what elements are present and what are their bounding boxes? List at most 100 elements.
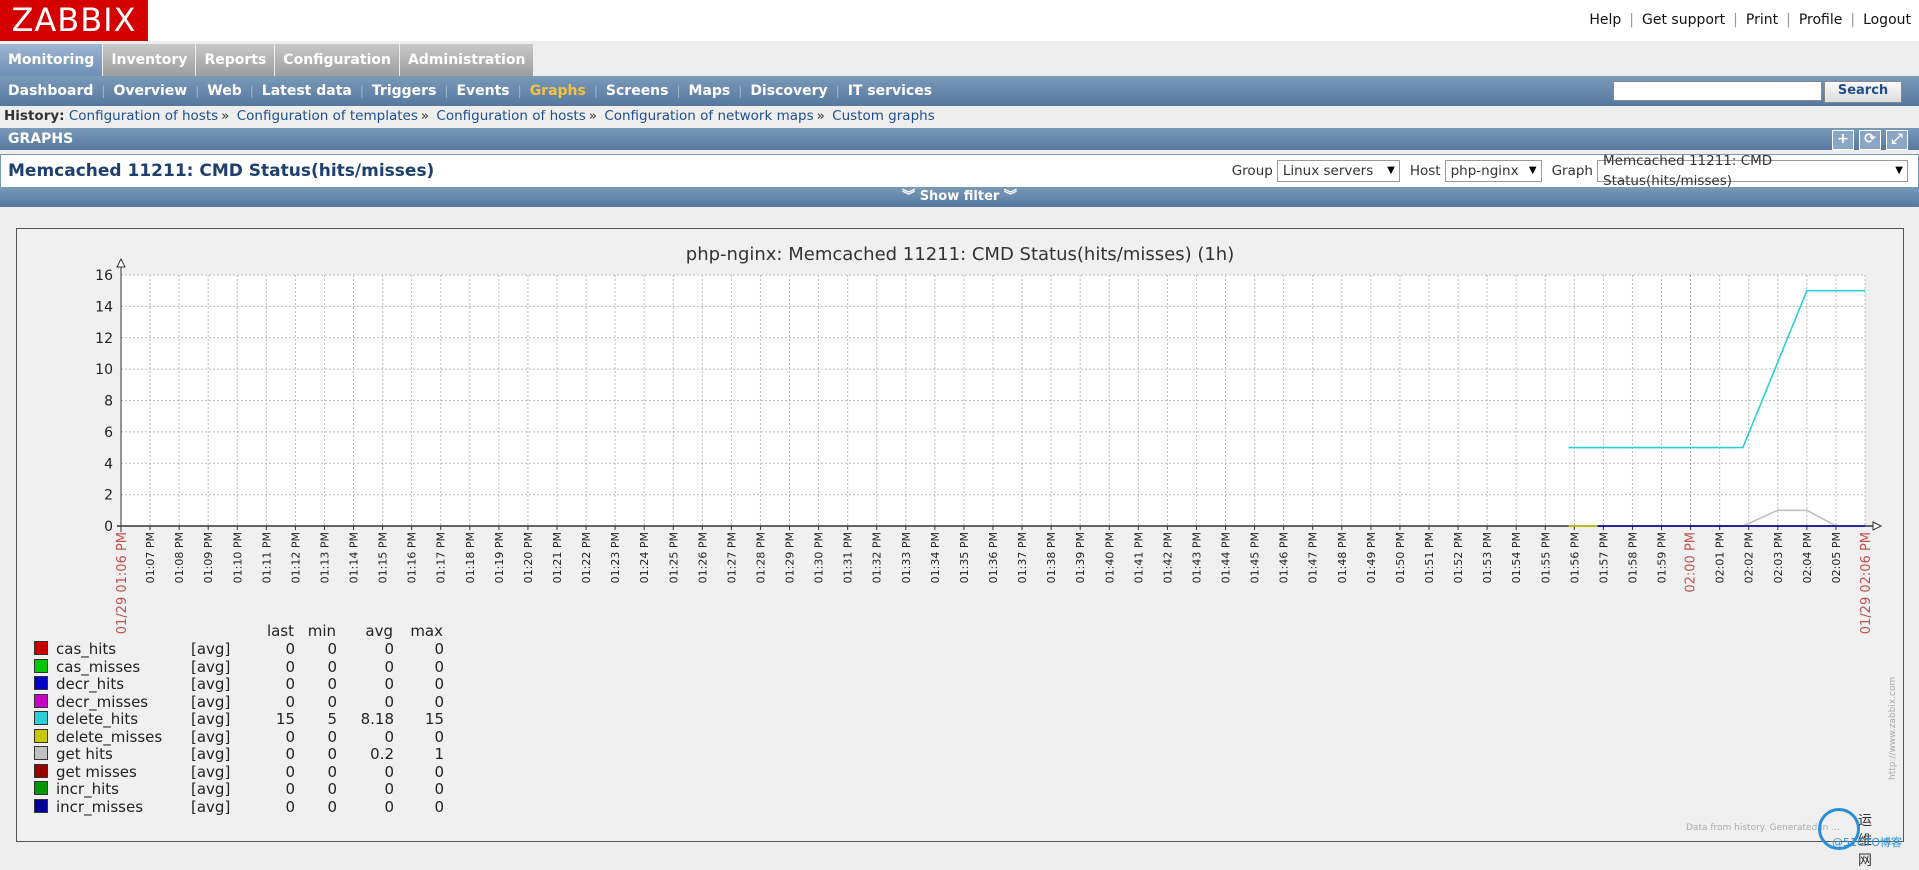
plus-icon[interactable]: + xyxy=(1832,130,1854,150)
main-menu-monitoring[interactable]: Monitoring xyxy=(0,44,104,76)
x-tick-label: 01:32 PM xyxy=(871,532,884,583)
main-menu-configuration[interactable]: Configuration xyxy=(275,44,400,76)
legend-color-swatch xyxy=(34,676,48,690)
y-tick-label: 0 xyxy=(104,519,113,535)
host-select[interactable]: php-nginx ▼ xyxy=(1444,160,1542,182)
x-tick-label: 02:05 PM xyxy=(1830,532,1843,583)
x-tick-label: 01:27 PM xyxy=(725,532,738,583)
group-select-value: Linux servers xyxy=(1282,163,1374,179)
x-tick-label: 01:07 PM xyxy=(144,532,157,583)
main-menu-administration[interactable]: Administration xyxy=(399,44,535,76)
logout-link[interactable]: Logout xyxy=(1863,12,1911,28)
show-filter-label: Show filter xyxy=(919,189,1000,204)
zabbix-logo[interactable]: ZABBIX xyxy=(0,0,148,41)
x-end-date-label: 01/29 02:06 PM xyxy=(1859,532,1874,634)
legend-max: 0 xyxy=(434,657,444,676)
show-filter-toggle[interactable]: ︾ Show filter ︾ xyxy=(0,187,1919,207)
sub-menu-events[interactable]: Events xyxy=(448,83,517,99)
breadcrumb-separator: » xyxy=(420,108,430,124)
sub-menu-it-services[interactable]: IT services xyxy=(840,83,940,99)
legend-color-swatch xyxy=(34,641,48,655)
legend-last: 0 xyxy=(285,675,295,693)
sub-menu-screens[interactable]: Screens xyxy=(598,83,677,99)
sub-menu-graphs[interactable]: Graphs xyxy=(522,83,594,99)
chevron-down-icon: ▼ xyxy=(1387,165,1395,176)
print-link[interactable]: Print xyxy=(1746,12,1778,28)
legend-series-name: cas_hits xyxy=(56,640,117,658)
legend-min: 0 xyxy=(327,692,337,711)
legend-avg: 0 xyxy=(384,797,394,816)
x-start-date-label: 01/29 01:06 PM xyxy=(115,532,130,634)
graph-filters: Group Linux servers ▼ Host php-nginx ▼ Gra… xyxy=(1222,153,1908,189)
legend-min: 0 xyxy=(327,745,337,763)
legend-function: [avg] xyxy=(191,675,231,693)
legend-min: 0 xyxy=(327,797,337,816)
x-tick-label: 01:24 PM xyxy=(638,532,651,583)
history-link[interactable]: Configuration of templates xyxy=(237,108,418,124)
x-tick-label: 01:33 PM xyxy=(900,532,913,583)
legend-series-name: delete_hits xyxy=(56,710,139,728)
history-link[interactable]: Custom graphs xyxy=(832,108,935,124)
fullscreen-icon[interactable]: ⤢ xyxy=(1886,130,1908,150)
history-label: History: xyxy=(4,108,65,124)
legend-avg: 0 xyxy=(384,780,394,798)
y-tick-label: 10 xyxy=(95,362,113,378)
x-tick-label: 01:38 PM xyxy=(1045,532,1058,583)
sub-menu-overview[interactable]: Overview xyxy=(105,83,195,99)
legend-color-swatch xyxy=(34,781,48,795)
grid-layer xyxy=(121,274,1866,527)
history-link[interactable]: Configuration of hosts xyxy=(69,108,218,124)
sub-menu-triggers[interactable]: Triggers xyxy=(364,83,445,99)
breadcrumb-separator: » xyxy=(221,108,230,124)
graph-select[interactable]: Memcached 11211: CMD Status(hits/misses)… xyxy=(1597,153,1908,189)
legend-rows: cas_hits [avg] 0 0 0 0 cas_misses [avg] 0 0 0 0 decr… xyxy=(34,640,444,816)
group-select[interactable]: Linux servers ▼ xyxy=(1276,160,1400,182)
x-tick-label: 01:44 PM xyxy=(1220,532,1233,583)
help-link[interactable]: Help xyxy=(1589,12,1621,28)
x-tick-label: 01:28 PM xyxy=(754,532,767,583)
refresh-icon[interactable]: ⟳ xyxy=(1859,130,1881,150)
legend-last: 0 xyxy=(285,797,295,816)
site-watermark: 运维网 @51CTO博客 xyxy=(1818,808,1902,869)
legend-avg: 0 xyxy=(384,692,394,711)
graph-title-row: Memcached 11211: CMD Status(hits/misses)… xyxy=(0,153,1919,189)
sub-menu-discovery[interactable]: Discovery xyxy=(742,83,835,99)
legend-avg: 0.2 xyxy=(370,745,394,763)
legend-avg: 0 xyxy=(384,675,394,693)
chart-legend: last min avg max cas_hits [avg] 0 0 0 0 cas_mi… xyxy=(34,620,444,816)
sub-menu-dashboard[interactable]: Dashboard xyxy=(0,83,101,99)
x-tick-label: 01:48 PM xyxy=(1336,532,1349,583)
x-tick-label: 01:58 PM xyxy=(1626,532,1639,583)
legend-min: 5 xyxy=(327,710,337,728)
x-tick-labels: 01:07 PM 01:08 PM 01:09 PM 01:10 PM 01:11 PM… xyxy=(115,532,1874,634)
legend-function: [avg] xyxy=(191,692,231,711)
x-tick-label: 01:18 PM xyxy=(464,532,477,583)
main-menu-reports[interactable]: Reports xyxy=(196,44,276,76)
x-tick-label: 01:52 PM xyxy=(1452,532,1465,583)
x-tick-label: 01:20 PM xyxy=(522,532,535,583)
y-tick-label: 16 xyxy=(95,268,113,284)
legend-row: decr_misses [avg] 0 0 0 0 xyxy=(34,692,444,712)
get-support-link[interactable]: Get support xyxy=(1642,12,1725,28)
sub-menu-web[interactable]: Web xyxy=(199,83,249,99)
x-tick-label: 01:42 PM xyxy=(1161,532,1174,583)
legend-function: [avg] xyxy=(191,762,231,781)
search-input[interactable] xyxy=(1613,81,1822,101)
legend-swatch xyxy=(34,658,50,677)
legend-function: [avg] xyxy=(191,780,231,798)
x-tick-label: 01:31 PM xyxy=(842,532,855,583)
x-tick-label: 01:17 PM xyxy=(435,532,448,583)
history-link[interactable]: Configuration of network maps xyxy=(604,108,813,124)
sub-menu-latest-data[interactable]: Latest data xyxy=(254,83,360,99)
legend-avg: 0 xyxy=(384,727,394,746)
legend-min: 0 xyxy=(327,780,337,798)
x-tick-label: 01:22 PM xyxy=(580,532,593,583)
sub-menu-maps[interactable]: Maps xyxy=(681,83,739,99)
history-link[interactable]: Configuration of hosts xyxy=(436,108,585,124)
x-tick-label: 01:26 PM xyxy=(696,532,709,583)
legend-color-swatch xyxy=(34,763,48,778)
profile-link[interactable]: Profile xyxy=(1799,12,1843,28)
top-bar: ZABBIX Help | Get support | Print | Profile… xyxy=(0,0,1919,41)
main-menu-inventory[interactable]: Inventory xyxy=(103,44,197,76)
search-button[interactable]: Search xyxy=(1824,81,1902,103)
